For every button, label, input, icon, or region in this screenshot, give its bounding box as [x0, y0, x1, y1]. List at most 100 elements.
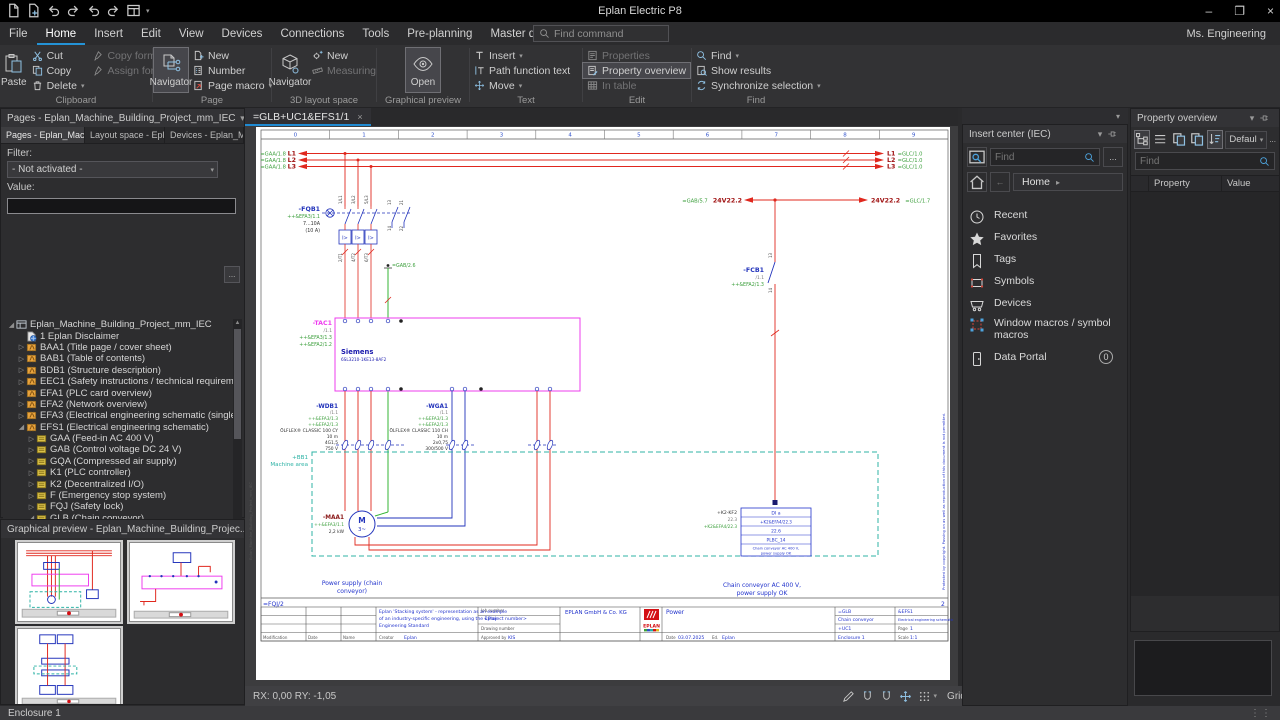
- schematic-canvas[interactable]: 0123456789 =GAA/1.8 L1L1 =GLC/1.0=GAA/1.…: [245, 126, 958, 686]
- minimize-button[interactable]: –: [1206, 4, 1213, 18]
- tree-item[interactable]: ◢Eplan_Machine_Building_Project_mm_IEC: [3, 319, 234, 330]
- tree-item[interactable]: ◢EFS1 (Electrical engineering schematic): [3, 422, 234, 433]
- preview-thumbnail-2[interactable]: [129, 542, 233, 622]
- tab-pages[interactable]: Pages - Eplan_Mac...: [1, 127, 85, 143]
- expand-icon[interactable]: ▷: [17, 355, 26, 363]
- tree-item[interactable]: ▷F (Emergency stop system): [3, 490, 234, 501]
- find-button[interactable]: Find▾: [692, 48, 825, 63]
- insert-item-symbols[interactable]: Symbols: [969, 275, 1123, 291]
- insert-center-find-input[interactable]: [995, 152, 1080, 163]
- tab-layout-space[interactable]: Layout space - Epl...: [85, 127, 165, 143]
- paste-button[interactable]: Paste: [0, 47, 28, 93]
- property-grid-body[interactable]: [1131, 192, 1279, 596]
- grid-icon[interactable]: [918, 690, 931, 703]
- menu-tab-view[interactable]: View: [170, 22, 213, 45]
- synchronize-selection-button[interactable]: Synchronize selection▾: [692, 78, 825, 93]
- expand-icon[interactable]: ▷: [17, 389, 26, 397]
- expand-icon[interactable]: ▷: [27, 480, 36, 488]
- preset-more-button[interactable]: ...: [1269, 135, 1276, 144]
- undo-icon[interactable]: [46, 3, 61, 18]
- insert-center-collapse-bar[interactable]: ▾: [962, 108, 1128, 124]
- pages-panel-menu-icon[interactable]: ▾: [235, 113, 244, 124]
- cut-button[interactable]: Cut: [28, 48, 89, 63]
- page-macro-button[interactable]: Page macro▾: [189, 78, 276, 93]
- 3d-navigator-button[interactable]: Navigator: [272, 47, 308, 93]
- copy-properties-icon[interactable]: [1171, 130, 1187, 149]
- preset-dropdown[interactable]: Defaul▾: [1225, 131, 1267, 149]
- insert-center-pin-icon[interactable]: [1107, 129, 1121, 139]
- value-input[interactable]: [7, 198, 236, 214]
- sketch-mode-icon[interactable]: [842, 690, 855, 703]
- tree-view-icon[interactable]: [1134, 130, 1150, 149]
- window-layout-icon[interactable]: [126, 3, 141, 18]
- property-overview-button[interactable]: Property overview: [583, 63, 690, 78]
- insert-center-menu-icon[interactable]: ▾: [1093, 129, 1107, 140]
- expand-icon[interactable]: ▷: [17, 412, 26, 420]
- insert-item-recent[interactable]: Recent: [969, 209, 1123, 225]
- measuring-button[interactable]: Measuring: [308, 63, 380, 78]
- expand-icon[interactable]: ▷: [27, 492, 36, 500]
- value-column-header[interactable]: Value: [1221, 176, 1279, 191]
- insert-item-window-macros-symbol-macros[interactable]: Window macros / symbol macros: [969, 317, 1123, 341]
- expand-icon[interactable]: ▷: [27, 469, 36, 477]
- text-insert-button[interactable]: Insert▾: [470, 48, 574, 63]
- property-panel-pin-icon[interactable]: [1259, 113, 1273, 123]
- expand-icon[interactable]: ▷: [27, 503, 36, 511]
- restore-button[interactable]: ❐: [1234, 4, 1245, 18]
- property-panel-menu-icon[interactable]: ▾: [1245, 113, 1259, 124]
- path-function-text-button[interactable]: Path function text: [470, 63, 574, 78]
- delete-button[interactable]: Delete▾: [28, 78, 89, 93]
- insert-item-devices[interactable]: Devices: [969, 297, 1123, 313]
- menu-tab-connections[interactable]: Connections: [271, 22, 353, 45]
- paste-properties-icon[interactable]: [1189, 130, 1205, 149]
- insert-center-find[interactable]: [990, 148, 1100, 166]
- document-tab[interactable]: =GLB+UC1&EFS1/1 ×: [245, 108, 371, 126]
- tree-item[interactable]: ▷BDB1 (Structure description): [3, 365, 234, 376]
- menu-tab-pre-planning[interactable]: Pre-planning: [398, 22, 481, 45]
- undo-list-icon[interactable]: [86, 3, 101, 18]
- page-navigator-button[interactable]: Navigator: [153, 47, 189, 93]
- property-column-header[interactable]: Property: [1149, 178, 1221, 189]
- tree-item[interactable]: ▷GAB (Control voltage DC 24 V): [3, 444, 234, 455]
- insert-item-data-portal[interactable]: Data Portal: [969, 351, 1123, 367]
- redo-icon[interactable]: [66, 3, 81, 18]
- menu-tab-file[interactable]: File: [0, 22, 37, 45]
- tree-item[interactable]: ▷GAA (Feed-in AC 400 V): [3, 433, 234, 444]
- preview-thumbnail-1[interactable]: [17, 542, 121, 622]
- tree-item[interactable]: 1 Eplan Disclaimer: [3, 330, 234, 341]
- snap-icon[interactable]: [861, 690, 874, 703]
- preview-thumbnail-3[interactable]: [17, 628, 121, 705]
- collapse-icon[interactable]: ◢: [17, 423, 26, 431]
- expand-icon[interactable]: ▷: [17, 400, 26, 408]
- tree-item[interactable]: ▷EFA2 (Network overview): [3, 399, 234, 410]
- redo-list-icon[interactable]: [106, 3, 121, 18]
- 3d-new-button[interactable]: New: [308, 48, 380, 63]
- menu-tab-edit[interactable]: Edit: [132, 22, 170, 45]
- tree-item[interactable]: ▷FQJ (Safety lock): [3, 501, 234, 512]
- menu-tab-tools[interactable]: Tools: [353, 22, 398, 45]
- back-button[interactable]: ←: [990, 172, 1010, 192]
- page-number-button[interactable]: Number: [189, 63, 276, 78]
- tree-item[interactable]: ▷K1 (PLC controller): [3, 467, 234, 478]
- expand-icon[interactable]: ▷: [17, 343, 26, 351]
- tab-devices[interactable]: Devices - Eplan_M...: [165, 127, 244, 143]
- new-document-icon[interactable]: [6, 3, 21, 18]
- copy-button[interactable]: Copy: [28, 63, 89, 78]
- home-button[interactable]: [967, 172, 987, 192]
- menu-tab-insert[interactable]: Insert: [85, 22, 132, 45]
- tree-item[interactable]: ▷GQA (Compressed air supply): [3, 456, 234, 467]
- close-button[interactable]: ×: [1267, 4, 1274, 18]
- insert-item-tags[interactable]: Tags: [969, 253, 1123, 269]
- coordinates-icon[interactable]: [899, 690, 912, 703]
- expand-icon[interactable]: ▷: [27, 435, 36, 443]
- properties-button[interactable]: Properties: [583, 48, 690, 63]
- find-command-box[interactable]: Find command: [533, 25, 669, 42]
- breadcrumb[interactable]: Home▸: [1013, 173, 1123, 191]
- tree-item[interactable]: ▷EEC1 (Safety instructions / technical r…: [3, 376, 234, 387]
- user-area[interactable]: Ms. Engineering: [1187, 22, 1273, 45]
- quick-access-more-icon[interactable]: ▾: [146, 7, 150, 15]
- resize-grip-icon[interactable]: ⋮⋮: [1250, 708, 1272, 719]
- document-tab-close-icon[interactable]: ×: [357, 112, 362, 122]
- insert-item-favorites[interactable]: Favorites: [969, 231, 1123, 247]
- menu-tab-home[interactable]: Home: [37, 22, 86, 45]
